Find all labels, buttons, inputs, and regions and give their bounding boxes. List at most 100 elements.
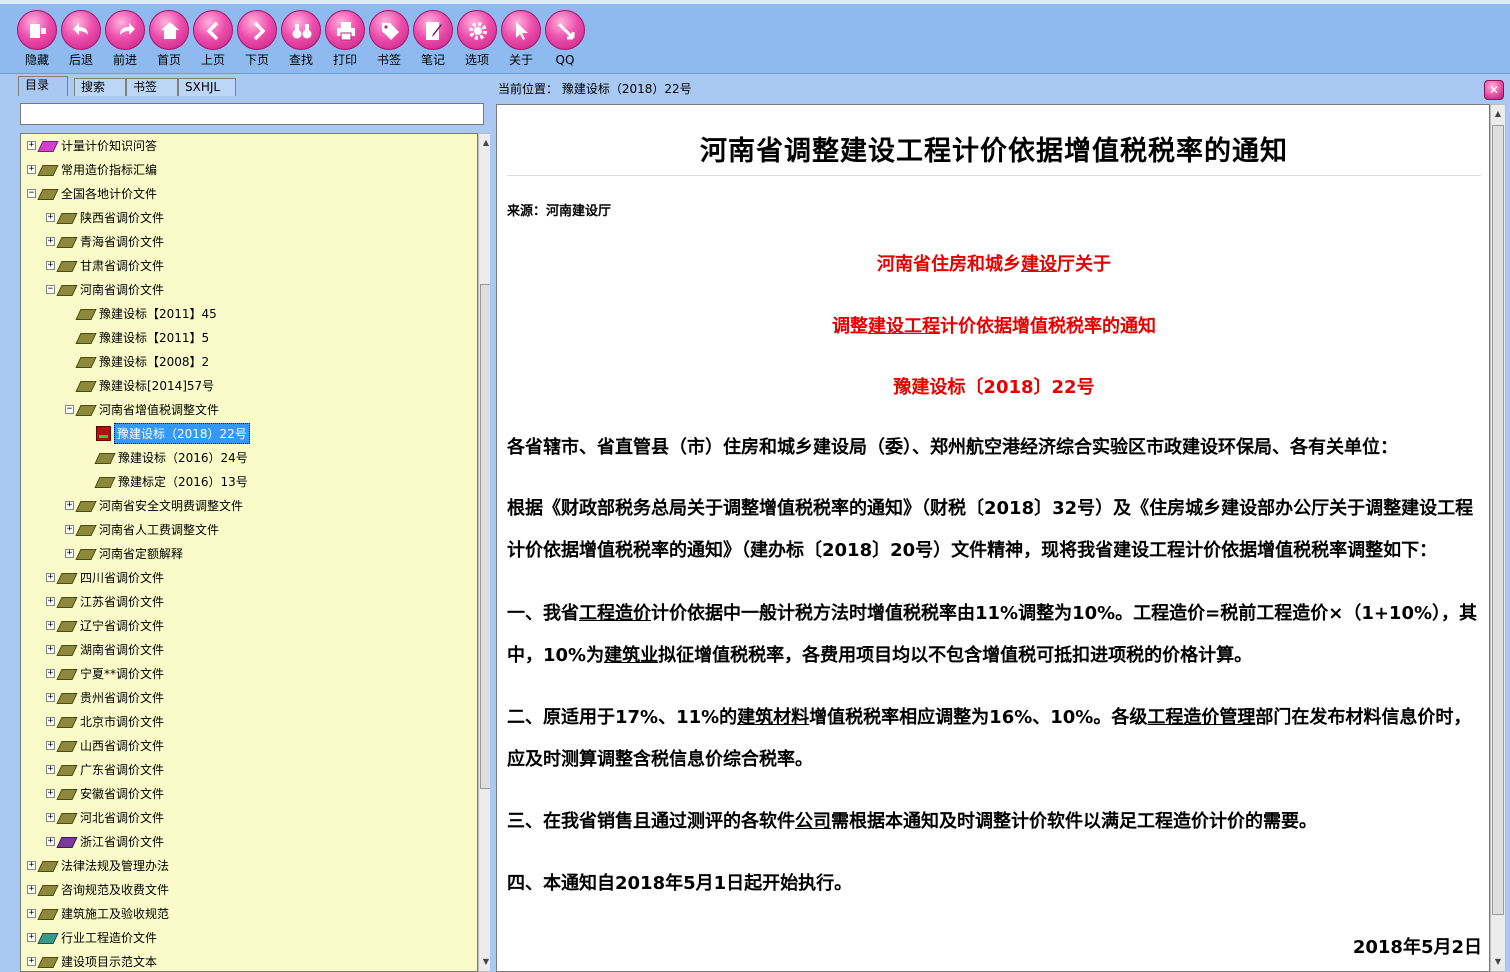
tree-item[interactable]: + 行业工程造价文件 xyxy=(27,926,159,948)
tree-item[interactable]: + 北京市调价文件 xyxy=(46,710,166,732)
tree-item[interactable]: + 浙江省调价文件 xyxy=(46,830,166,852)
scroll-up-icon[interactable]: ▲ xyxy=(1493,109,1503,119)
prev-page-button[interactable]: 上页 xyxy=(191,10,235,72)
expand-icon[interactable]: + xyxy=(46,620,55,630)
tree-item[interactable]: − 河南省增值税调整文件 xyxy=(65,398,221,420)
notes-button[interactable]: 笔记 xyxy=(411,10,455,72)
expand-icon[interactable]: + xyxy=(27,956,36,966)
tree-item[interactable]: + 法律法规及管理办法 xyxy=(27,854,171,876)
expand-icon[interactable]: + xyxy=(46,596,55,606)
book-icon xyxy=(39,883,56,896)
tree-item[interactable]: + 计量计价知识问答 xyxy=(27,134,159,156)
document-scrollbar[interactable]: ▲ ▼ xyxy=(1490,104,1506,972)
document-icon xyxy=(96,425,111,441)
collapse-icon[interactable]: − xyxy=(46,284,55,294)
expand-icon[interactable]: + xyxy=(46,716,55,726)
expand-icon[interactable]: + xyxy=(27,164,36,174)
bookmark-button[interactable]: 书签 xyxy=(367,10,411,72)
tree-item[interactable]: + 河南省人工费调整文件 xyxy=(65,518,221,540)
expand-icon[interactable]: + xyxy=(46,764,55,774)
about-button[interactable]: 关于 xyxy=(499,10,543,72)
tree-item[interactable]: + 常用造价指标汇编 xyxy=(27,158,159,180)
tree-item[interactable]: − 全国各地计价文件 xyxy=(27,182,159,204)
expand-icon[interactable]: + xyxy=(65,500,74,510)
tree-item[interactable]: + 河南省定额解释 xyxy=(65,542,185,564)
expand-icon[interactable]: + xyxy=(46,740,55,750)
find-button[interactable]: 查找 xyxy=(279,10,323,72)
expand-icon[interactable]: + xyxy=(46,212,55,222)
collapse-icon[interactable]: − xyxy=(65,404,74,414)
next-page-button[interactable]: 下页 xyxy=(235,10,279,72)
forward-button[interactable]: 前进 xyxy=(103,10,147,72)
tree-item[interactable]: 豫建标定（2016）13号 xyxy=(84,470,250,492)
expand-icon[interactable]: + xyxy=(46,788,55,798)
book-icon xyxy=(58,763,75,776)
qq-button[interactable]: QQ xyxy=(543,10,587,72)
link-jianshe[interactable]: 建设 xyxy=(1021,254,1057,275)
expand-icon[interactable]: + xyxy=(27,884,36,894)
tab-bookmarks[interactable]: 书签 xyxy=(126,78,178,96)
tree-item[interactable]: + 安徽省调价文件 xyxy=(46,782,166,804)
expand-icon[interactable]: + xyxy=(27,932,36,942)
tree-item-label: 北京市调价文件 xyxy=(80,714,165,729)
tree-item[interactable]: 豫建设标【2011】5 xyxy=(65,326,211,348)
tab-search[interactable]: 搜索 xyxy=(74,78,126,96)
expand-icon[interactable]: + xyxy=(46,812,55,822)
tree-item[interactable]: 豫建设标【2008】2 xyxy=(65,350,211,372)
tree-item[interactable]: + 陕西省调价文件 xyxy=(46,206,166,228)
tab-contents[interactable]: 目录 xyxy=(18,76,68,96)
collapse-icon[interactable]: − xyxy=(27,188,36,198)
forward-icon xyxy=(105,10,145,50)
tree-item[interactable]: + 江苏省调价文件 xyxy=(46,590,166,612)
tree-item[interactable]: + 山西省调价文件 xyxy=(46,734,166,756)
close-document-button[interactable]: ✕ xyxy=(1484,80,1504,100)
tree-item[interactable]: 豫建设标【2011】45 xyxy=(65,302,219,324)
expand-icon[interactable]: + xyxy=(46,668,55,678)
link-jianzhu-cailiao[interactable]: 建筑材料 xyxy=(737,707,809,728)
tree-item[interactable]: + 河北省调价文件 xyxy=(46,806,166,828)
options-button[interactable]: 选项 xyxy=(455,10,499,72)
tab-sxhjl[interactable]: SXHJL xyxy=(178,78,236,96)
expand-icon[interactable]: + xyxy=(46,692,55,702)
expand-icon[interactable]: + xyxy=(46,644,55,654)
link-gongsi[interactable]: 公司 xyxy=(795,811,831,832)
tree-item[interactable]: + 贵州省调价文件 xyxy=(46,686,166,708)
tree-item[interactable]: − 河南省调价文件 xyxy=(46,278,166,300)
expand-icon[interactable]: + xyxy=(27,860,36,870)
tree-item-label: 豫建设标[2014]57号 xyxy=(99,378,215,393)
home-button[interactable]: 首页 xyxy=(147,10,191,72)
tree-item[interactable]: + 四川省调价文件 xyxy=(46,566,166,588)
link-gongcheng-zaojia[interactable]: 工程造价 xyxy=(579,603,651,624)
expand-icon[interactable]: + xyxy=(27,140,36,150)
tree-item[interactable]: + 广东省调价文件 xyxy=(46,758,166,780)
tree-item[interactable]: + 宁夏**调价文件 xyxy=(46,662,166,684)
expand-icon[interactable]: + xyxy=(46,260,55,270)
tree-item[interactable]: + 青海省调价文件 xyxy=(46,230,166,252)
tree-item[interactable]: + 湖南省调价文件 xyxy=(46,638,166,660)
link-jianshe-gongcheng[interactable]: 建设工程 xyxy=(868,316,940,337)
expand-icon[interactable]: + xyxy=(65,548,74,558)
back-button[interactable]: 后退 xyxy=(59,10,103,72)
scroll-down-icon[interactable]: ▼ xyxy=(1493,957,1503,967)
tree-item[interactable]: + 甘肃省调价文件 xyxy=(46,254,166,276)
link-zaojia-guanli[interactable]: 工程造价管理 xyxy=(1147,707,1255,728)
cursor-icon xyxy=(501,10,541,50)
expand-icon[interactable]: + xyxy=(27,908,36,918)
link-jianzhuye[interactable]: 建筑业 xyxy=(604,645,658,666)
tree-item[interactable]: + 建设项目示范文本 xyxy=(27,950,159,971)
tree-filter-input[interactable] xyxy=(20,103,484,125)
expand-icon[interactable]: + xyxy=(46,236,55,246)
hide-button[interactable]: 隐藏 xyxy=(15,10,59,72)
tree-item[interactable]: 豫建设标[2014]57号 xyxy=(65,374,216,396)
print-button[interactable]: 打印 xyxy=(323,10,367,72)
tree-item[interactable]: + 建筑施工及验收规范 xyxy=(27,902,171,924)
tree-item[interactable]: 豫建设标（2018）22号 xyxy=(84,422,250,444)
tree-item[interactable]: + 河南省安全文明费调整文件 xyxy=(65,494,245,516)
tree-item[interactable]: + 咨询规范及收费文件 xyxy=(27,878,171,900)
expand-icon[interactable]: + xyxy=(46,836,55,846)
tree-item[interactable]: 豫建设标（2016）24号 xyxy=(84,446,250,468)
expand-icon[interactable]: + xyxy=(46,572,55,582)
expand-icon[interactable]: + xyxy=(65,524,74,534)
tree-item[interactable]: + 辽宁省调价文件 xyxy=(46,614,166,636)
document-scrollbar-thumb[interactable] xyxy=(1492,125,1504,915)
